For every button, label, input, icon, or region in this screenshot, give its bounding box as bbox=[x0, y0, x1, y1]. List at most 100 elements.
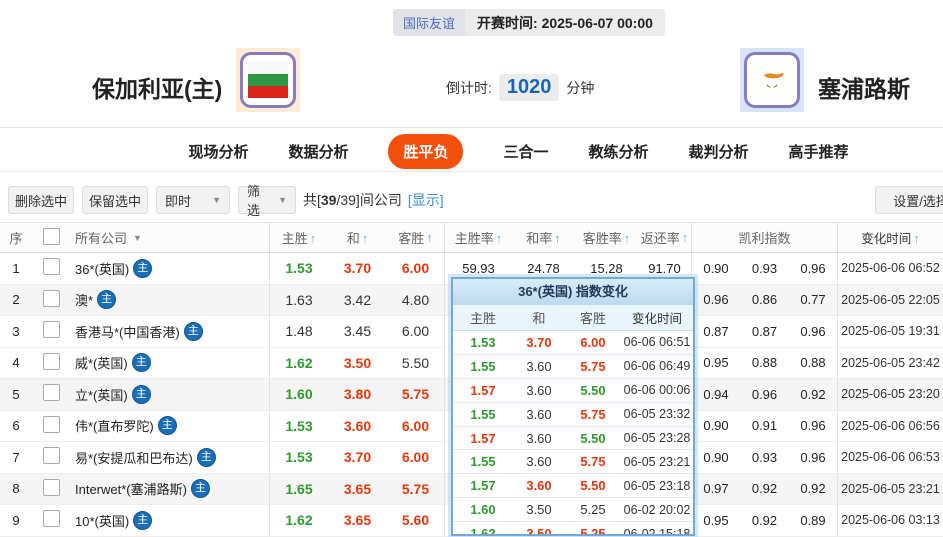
popup-change-time: 06-06 06:51 bbox=[623, 335, 691, 350]
change-time-cell: 2025-06-05 19:31 bbox=[841, 324, 940, 339]
company-name: 伟*(直布罗陀) bbox=[75, 419, 154, 435]
kelly-cell: 0.77 bbox=[789, 284, 838, 315]
row-checkbox[interactable] bbox=[42, 289, 60, 307]
draw-odds: 3.65 bbox=[343, 512, 372, 529]
select-all-checkbox[interactable] bbox=[42, 227, 60, 245]
kelly-cell: 0.91 bbox=[751, 418, 778, 434]
tab-5[interactable]: 教练分析 bbox=[589, 141, 649, 162]
col-header-draw-rate[interactable]: 和率 ↑ bbox=[512, 228, 575, 247]
away-odds: 6.00 bbox=[387, 410, 445, 441]
col-header-away-rate[interactable]: 客胜率 ↑ bbox=[575, 228, 638, 247]
home-odds: 1.65 bbox=[285, 480, 313, 497]
row-checkbox[interactable] bbox=[42, 321, 60, 339]
row-checkbox[interactable] bbox=[42, 415, 60, 433]
home-badge-icon[interactable]: 主 bbox=[183, 321, 203, 341]
row-checkbox-cell bbox=[32, 478, 70, 499]
row-number: 8 bbox=[12, 481, 20, 497]
company-cell[interactable]: 澳* 主 bbox=[70, 284, 270, 315]
popup-row: 1.55 3.60 5.75 06-05 23:32 bbox=[453, 403, 693, 427]
company-cell[interactable]: 立*(英国) 主 bbox=[70, 379, 270, 410]
sort-asc-icon: ↑ bbox=[913, 231, 920, 246]
popup-away-odds: 6.00 bbox=[580, 334, 606, 350]
countdown-unit: 分钟 bbox=[566, 79, 595, 96]
row-checkbox-cell bbox=[32, 510, 70, 530]
col-header-time[interactable]: 变化时间 ↑ bbox=[838, 228, 943, 247]
row-checkbox[interactable] bbox=[42, 352, 60, 370]
tab-3[interactable]: 胜平负 bbox=[388, 133, 464, 169]
live-odds-dropdown[interactable]: 即时 ▼ bbox=[156, 186, 230, 214]
popup-away-odds: 5.50 bbox=[580, 478, 606, 494]
show-link[interactable]: [显示] bbox=[408, 190, 444, 210]
popup-home-odds: 1.57 bbox=[470, 382, 496, 398]
home-team-name: 保加利亚(主) bbox=[92, 76, 223, 102]
home-badge-icon[interactable]: 主 bbox=[157, 416, 177, 436]
row-checkbox[interactable] bbox=[42, 384, 60, 402]
kelly-cell: 0.96 bbox=[789, 410, 838, 441]
row-number: 7 bbox=[12, 449, 20, 465]
company-cell[interactable]: 36*(英国) 主 bbox=[70, 253, 270, 284]
company-name: 威*(英国) bbox=[75, 356, 128, 372]
col-header-payout-rate[interactable]: 返还率 ↑ bbox=[638, 223, 692, 252]
popup-home-odds: 1.62 bbox=[470, 526, 496, 536]
row-checkbox[interactable] bbox=[42, 447, 60, 465]
company-cell[interactable]: 10*(英国) 主 bbox=[70, 505, 270, 536]
away-odds: 4.80 bbox=[387, 284, 445, 315]
settings-button[interactable]: 设置/选择 bbox=[875, 186, 943, 214]
tab-1[interactable]: 现场分析 bbox=[188, 141, 248, 162]
keep-selected-button[interactable]: 保留选中 bbox=[82, 186, 148, 214]
rate-cell: 24.78 bbox=[527, 260, 560, 276]
tab-2[interactable]: 数据分析 bbox=[288, 141, 348, 162]
popup-draw-odds: 3.60 bbox=[526, 430, 552, 446]
kelly-cell: 0.86 bbox=[751, 292, 778, 308]
away-odds: 5.50 bbox=[387, 347, 445, 378]
away-odds: 6.00 bbox=[387, 442, 445, 473]
popup-draw-odds: 3.60 bbox=[526, 478, 552, 494]
home-badge-icon[interactable]: 主 bbox=[133, 258, 153, 278]
popup-change-time: 06-05 23:21 bbox=[623, 454, 691, 469]
home-badge-icon[interactable]: 主 bbox=[131, 384, 151, 404]
home-badge-icon[interactable]: 主 bbox=[190, 479, 210, 499]
popup-col-header: 客胜 bbox=[579, 311, 606, 326]
company-cell[interactable]: Interwet*(塞浦路斯) 主 bbox=[70, 473, 270, 504]
tab-4[interactable]: 三合一 bbox=[503, 141, 548, 162]
company-cell[interactable]: 易*(安提瓜和巴布达) 主 bbox=[70, 442, 270, 473]
row-checkbox[interactable] bbox=[42, 478, 60, 496]
company-cell[interactable]: 香港马*(中国香港) 主 bbox=[70, 316, 270, 347]
home-badge-icon[interactable]: 主 bbox=[133, 510, 153, 530]
away-team-name: 塞浦路斯 bbox=[818, 76, 910, 102]
divider bbox=[0, 171, 943, 172]
kelly-cell: 0.96 bbox=[703, 292, 729, 308]
col-header-company[interactable]: 所有公司 ▼ bbox=[70, 223, 270, 252]
company-cell[interactable]: 威*(英国) 主 bbox=[70, 347, 270, 378]
filter-dropdown-label: 筛选 bbox=[247, 184, 261, 218]
kelly-cell: 0.90 bbox=[703, 418, 729, 434]
popup-row: 1.60 3.50 5.25 06-02 20:02 bbox=[453, 498, 693, 523]
change-time-cell: 2025-06-05 23:20 bbox=[841, 387, 940, 402]
kelly-cell: 0.95 bbox=[703, 512, 729, 528]
home-badge-icon[interactable]: 主 bbox=[131, 353, 151, 373]
home-badge-icon[interactable]: 主 bbox=[97, 290, 117, 310]
row-checkbox[interactable] bbox=[42, 510, 60, 528]
filter-dropdown[interactable]: 筛选 ▼ bbox=[238, 184, 296, 218]
delete-selected-button[interactable]: 删除选中 bbox=[8, 186, 74, 214]
company-cell[interactable]: 伟*(直布罗陀) 主 bbox=[70, 410, 270, 441]
draw-odds: 3.70 bbox=[343, 449, 372, 466]
tab-7[interactable]: 高手推荐 bbox=[789, 141, 849, 162]
row-checkbox-cell bbox=[32, 321, 70, 341]
away-flag bbox=[740, 48, 804, 112]
col-header-draw[interactable]: 和 ↑ bbox=[328, 228, 387, 247]
sort-asc-icon: ↑ bbox=[554, 231, 561, 246]
popup-row: 1.57 3.60 5.50 06-05 23:18 bbox=[453, 474, 693, 499]
col-header-away[interactable]: 客胜 ↑ bbox=[387, 223, 445, 252]
away-odds: 5.60 bbox=[387, 505, 445, 536]
col-header-home[interactable]: 主胜 ↑ bbox=[270, 228, 328, 247]
row-number: 2 bbox=[12, 292, 20, 308]
tab-6[interactable]: 裁判分析 bbox=[689, 141, 749, 162]
popup-draw-odds: 3.50 bbox=[526, 502, 552, 518]
popup-away-odds: 5.50 bbox=[580, 382, 606, 398]
row-checkbox[interactable] bbox=[42, 258, 60, 276]
home-badge-icon[interactable]: 主 bbox=[196, 447, 216, 467]
col-header-home-rate[interactable]: 主胜率 ↑ bbox=[445, 228, 512, 247]
popup-home-odds: 1.55 bbox=[470, 358, 496, 374]
draw-odds: 3.50 bbox=[343, 354, 372, 371]
